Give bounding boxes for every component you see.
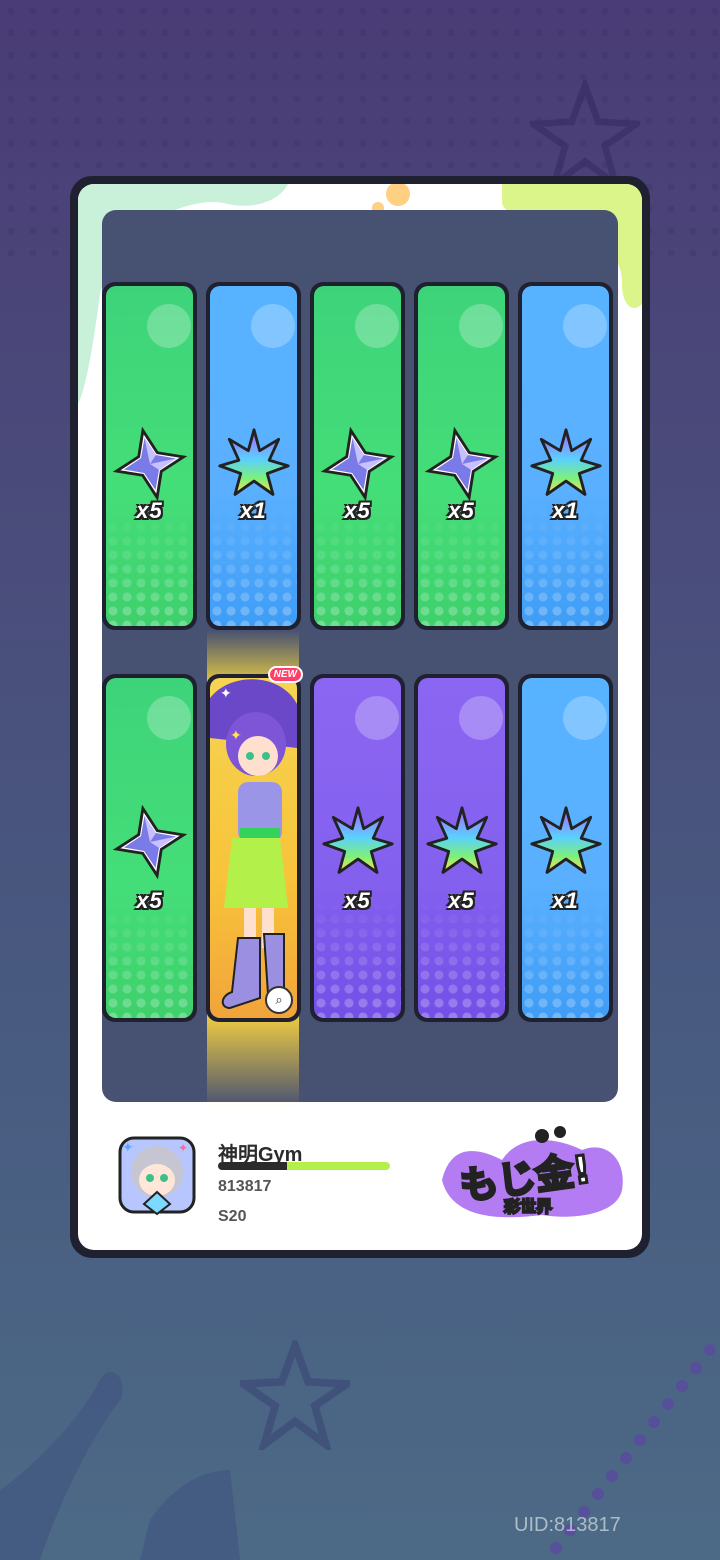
item-quantity: x1 <box>240 498 267 523</box>
rainbow-leaf-crystal-icon <box>529 428 602 496</box>
player-id: 813817 <box>218 1178 272 1195</box>
magnify-icon[interactable]: ⌕ <box>265 986 293 1014</box>
card-inner: x5 x1 x5 x5 x1 x5 ✦ ✦ ⌕ NEW x5 x5 x1 ✦ ✦… <box>78 184 642 1250</box>
uid-label: UID:813817 <box>514 1514 621 1536</box>
rainbow-leaf-crystal-icon <box>321 806 394 874</box>
svg-text:✦: ✦ <box>230 727 242 743</box>
new-badge: NEW <box>267 666 303 683</box>
item-quantity: x1 <box>552 888 579 913</box>
item-quantity: x5 <box>448 498 475 523</box>
background-star-icon <box>240 1340 350 1450</box>
reward-slot[interactable]: x5 <box>310 282 405 630</box>
reward-slot[interactable]: x1 <box>518 674 613 1022</box>
character-portrait: ✦ ✦ <box>210 679 297 1010</box>
reward-slot[interactable]: x5 <box>102 674 197 1022</box>
item-quantity: x5 <box>136 498 163 523</box>
season-label: S20 <box>218 1208 247 1225</box>
item-quantity: x1 <box>552 498 579 523</box>
player-footer: ✦ ✦ 神明Gym 813817 S20 もじ金! 彩世界 <box>102 1120 623 1240</box>
blue-star-shard-icon <box>112 426 187 502</box>
game-logo: もじ金! 彩世界 <box>442 1126 623 1218</box>
reward-slot[interactable]: x5 <box>102 282 197 630</box>
blue-star-shard-icon <box>424 426 499 502</box>
rainbow-leaf-crystal-icon <box>425 806 498 874</box>
reward-panel: x5 x1 x5 x5 x1 x5 ✦ ✦ ⌕ NEW x5 x5 x1 <box>102 210 618 1108</box>
background-star-icon <box>530 80 640 190</box>
item-quantity: x5 <box>448 888 475 913</box>
rainbow-leaf-crystal-icon <box>217 428 290 496</box>
svg-text:彩世界: 彩世界 <box>503 1197 552 1216</box>
svg-text:✦: ✦ <box>122 1139 134 1155</box>
background-paint-splash <box>0 1371 240 1560</box>
gacha-result-card: x5 x1 x5 x5 x1 x5 ✦ ✦ ⌕ NEW x5 x5 x1 ✦ ✦… <box>70 176 650 1258</box>
reward-slot[interactable]: x5 <box>414 674 509 1022</box>
reward-slot[interactable]: x1 <box>206 282 301 630</box>
player-avatar[interactable]: ✦ ✦ <box>114 1132 200 1218</box>
svg-text:✦: ✦ <box>220 685 232 701</box>
blue-star-shard-icon <box>112 804 187 880</box>
name-underline <box>218 1162 390 1170</box>
reward-slot[interactable]: x5 <box>310 674 405 1022</box>
character-reward-slot[interactable]: ✦ ✦ ⌕ NEW <box>206 666 303 1022</box>
svg-text:✦: ✦ <box>178 1141 188 1155</box>
reward-slot[interactable]: x5 <box>414 282 509 630</box>
item-quantity: x5 <box>344 498 371 523</box>
item-quantity: x5 <box>344 888 371 913</box>
blue-star-shard-icon <box>320 426 395 502</box>
item-quantity: x5 <box>136 888 163 913</box>
rainbow-leaf-crystal-icon <box>529 806 602 874</box>
reward-slot[interactable]: x1 <box>518 282 613 630</box>
